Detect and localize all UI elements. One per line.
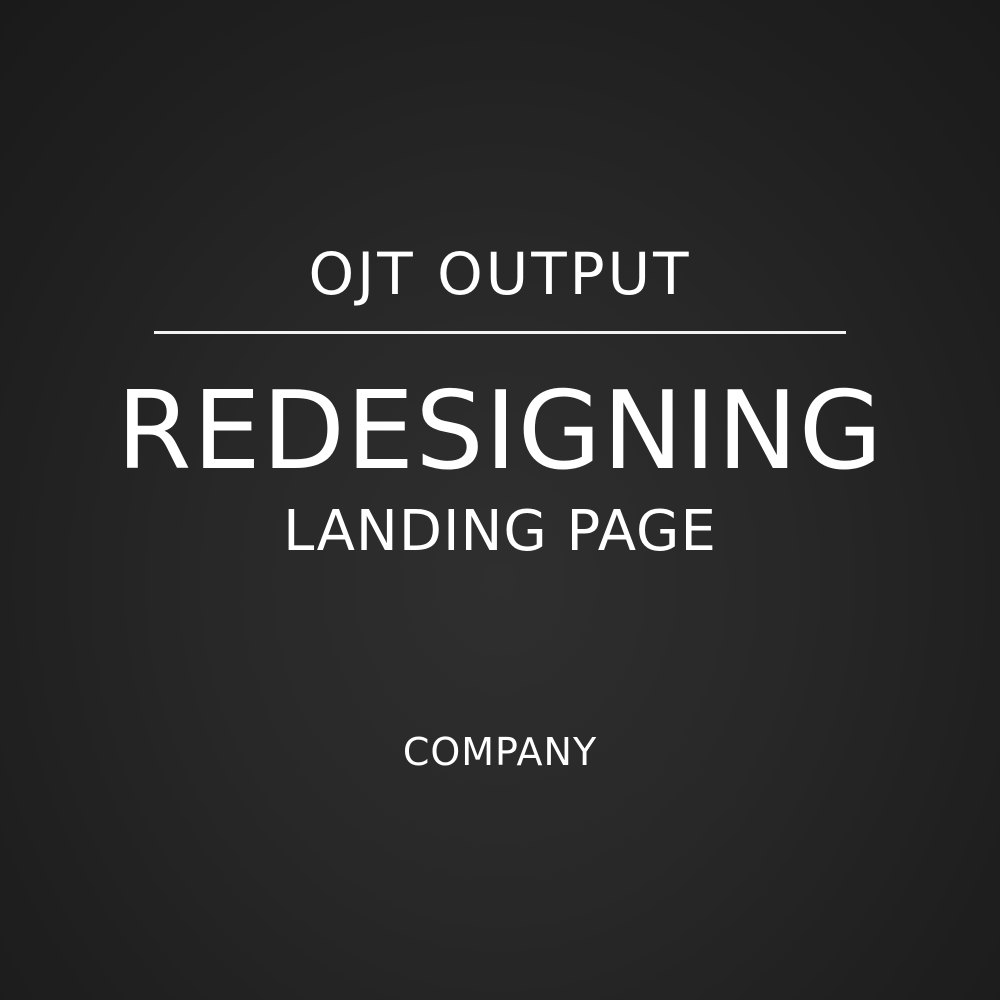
page-title: REDESIGNING <box>116 369 884 494</box>
divider-rule <box>154 331 846 334</box>
eyebrow-label: OJT OUTPUT <box>308 240 692 308</box>
cover-slide: OJT OUTPUT REDESIGNING LANDING PAGE COMP… <box>0 0 1000 1000</box>
page-subtitle: LANDING PAGE <box>283 499 717 564</box>
company-label: COMPANY <box>402 730 598 774</box>
